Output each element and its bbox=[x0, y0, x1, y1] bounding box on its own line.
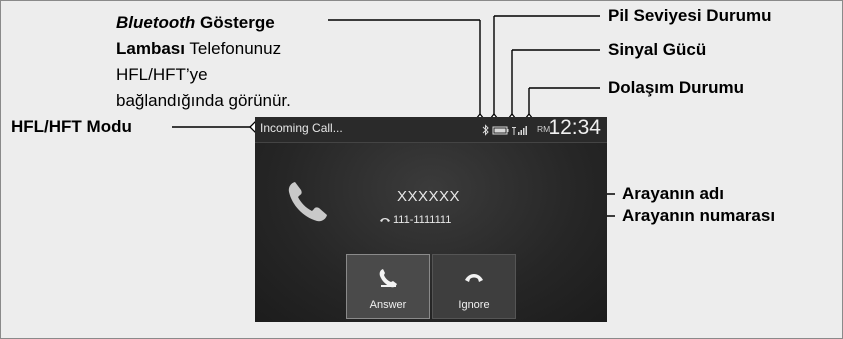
hangup-phone-icon bbox=[465, 274, 483, 282]
battery-icon bbox=[492, 126, 509, 135]
ignore-button[interactable]: Ignore bbox=[432, 254, 516, 319]
battery-status-callout: Pil Seviyesi Durumu bbox=[608, 6, 772, 25]
signal-icon bbox=[512, 126, 527, 135]
caller-number-callout: Arayanın numarası bbox=[622, 206, 776, 225]
caller-name-callout: Arayanın adı bbox=[622, 184, 725, 203]
status-icons bbox=[482, 124, 527, 136]
answer-button[interactable]: Answer bbox=[346, 254, 430, 319]
caller-name-text: XXXXXX bbox=[397, 188, 461, 205]
caller-number-row: 111-1111111 bbox=[379, 214, 451, 226]
status-bar: Incoming Call... RM 12:34 bbox=[255, 116, 607, 143]
hfl-mode-callout: HFL/HFT Modu bbox=[11, 117, 132, 136]
caller-number-text: 111-1111111 bbox=[393, 214, 452, 226]
phone-icon bbox=[288, 182, 327, 222]
ignore-label: Ignore bbox=[458, 299, 490, 311]
clock: 12:34 bbox=[548, 116, 601, 139]
roaming-status-callout: Dolaşım Durumu bbox=[608, 78, 745, 97]
incoming-call-text: Incoming Call... bbox=[260, 121, 343, 135]
small-phone-icon bbox=[380, 218, 390, 223]
bluetooth-icon bbox=[482, 124, 489, 136]
signal-strength-callout: Sinyal Gücü bbox=[608, 40, 707, 59]
answer-phone-icon bbox=[379, 269, 397, 288]
answer-label: Answer bbox=[369, 299, 407, 311]
bluetooth-indicator-callout: Bluetooth Gösterge Lambası Telefonunuz H… bbox=[116, 13, 291, 110]
phone-screen: Incoming Call... RM 12:34 XXXXXX 111-111… bbox=[255, 116, 607, 322]
